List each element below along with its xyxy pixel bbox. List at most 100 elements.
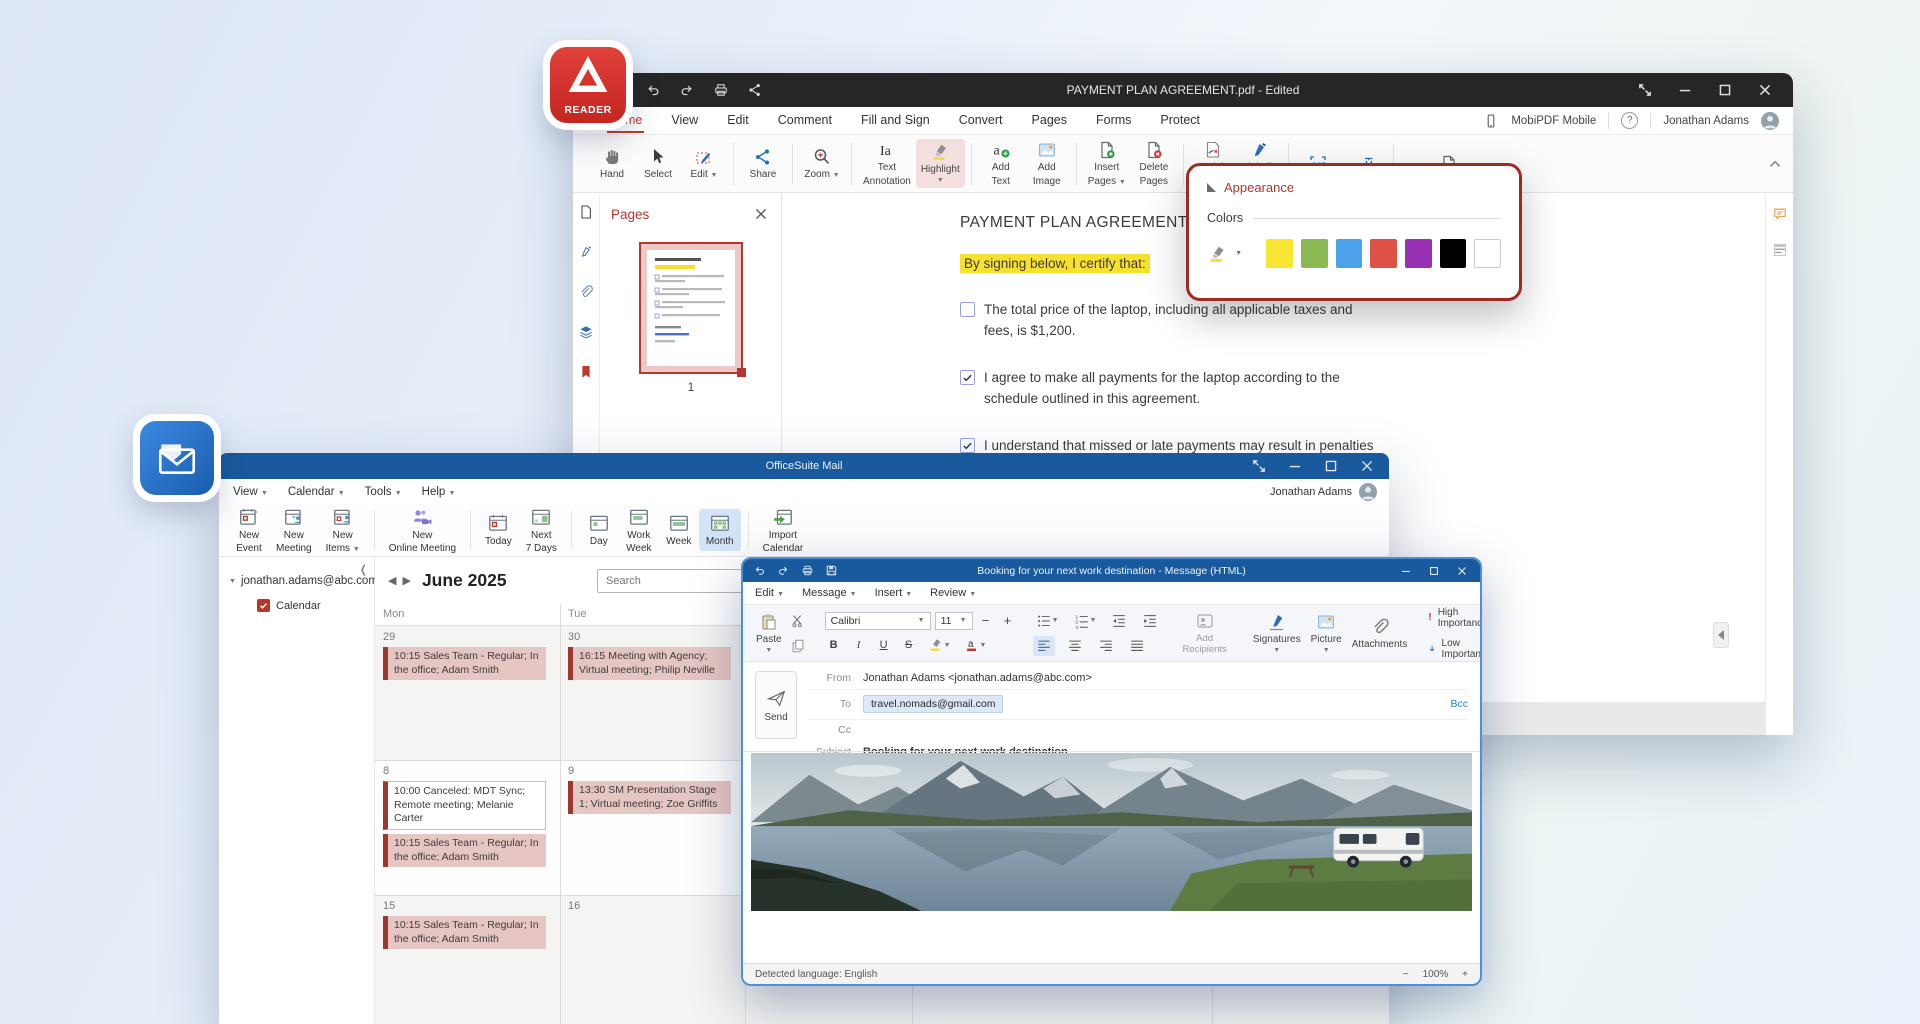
redo-icon[interactable] bbox=[679, 82, 695, 98]
calendar-event[interactable]: 10:15 Sales Team - Regular; In the offic… bbox=[383, 916, 546, 949]
color-swatch-purple[interactable] bbox=[1405, 239, 1432, 268]
day-view-button[interactable]: Day bbox=[579, 509, 619, 551]
search-input[interactable] bbox=[597, 569, 749, 593]
highlighter-tool-icon[interactable] bbox=[1207, 243, 1227, 265]
color-swatch-yellow[interactable] bbox=[1266, 239, 1293, 268]
zoom-in-button[interactable]: + bbox=[1462, 969, 1468, 980]
calendar-cell[interactable]: 29 10:15 Sales Team - Regular; In the of… bbox=[375, 626, 560, 685]
to-recipient-chip[interactable]: travel.nomads@gmail.com bbox=[863, 695, 1003, 713]
insert-pages-button[interactable]: InsertPages ▼ bbox=[1083, 137, 1131, 190]
import-calendar-button[interactable]: ImportCalendar bbox=[756, 503, 811, 558]
calendar-tree-item[interactable]: Calendar bbox=[257, 599, 374, 612]
minimize-icon[interactable] bbox=[1677, 82, 1693, 98]
calendar-event[interactable]: 10:15 Sales Team - Regular; In the offic… bbox=[383, 834, 546, 867]
layers-panel-icon[interactable] bbox=[578, 324, 594, 340]
strikethrough-button[interactable]: S bbox=[900, 637, 918, 653]
picture-button[interactable]: Picture▼ bbox=[1306, 612, 1347, 654]
zoom-out-button[interactable]: − bbox=[1403, 969, 1409, 980]
compose-menu-edit[interactable]: Edit ▼ bbox=[755, 587, 784, 599]
calendar-cell[interactable]: 16 bbox=[560, 895, 745, 917]
edit-tool-button[interactable]: Edit ▼ bbox=[681, 144, 727, 184]
prev-month-button[interactable]: ◀ bbox=[385, 571, 399, 590]
next-month-button[interactable]: ▶ bbox=[399, 571, 413, 590]
expand-icon[interactable] bbox=[1637, 82, 1653, 98]
decrease-indent-button[interactable] bbox=[1108, 611, 1130, 631]
month-view-button[interactable]: Month bbox=[699, 509, 741, 551]
expand-icon[interactable] bbox=[1251, 458, 1267, 474]
page-thumbnails-icon[interactable] bbox=[578, 204, 594, 220]
page-thumbnail[interactable] bbox=[639, 242, 743, 374]
signatures-button[interactable]: Signatures▼ bbox=[1248, 612, 1306, 654]
calendar-event[interactable]: 16:15 Meeting with Agency; Virtual meeti… bbox=[568, 647, 731, 680]
italic-button[interactable]: I bbox=[850, 637, 868, 653]
checkbox-unchecked[interactable] bbox=[960, 302, 975, 317]
pdf-tab-pages[interactable]: Pages bbox=[1030, 109, 1069, 133]
hand-tool-button[interactable]: Hand bbox=[589, 144, 635, 184]
copy-button[interactable] bbox=[787, 636, 809, 656]
week-view-button[interactable]: Week bbox=[659, 509, 699, 551]
account-tree-item[interactable]: ▼ jonathan.adams@abc.com bbox=[229, 575, 374, 587]
mail-menu-tools[interactable]: Tools ▼ bbox=[365, 486, 402, 498]
comments-panel-icon[interactable] bbox=[1772, 206, 1788, 222]
close-icon[interactable] bbox=[1359, 458, 1375, 474]
collapse-triangle-icon[interactable] bbox=[1207, 183, 1216, 192]
color-swatch-white[interactable] bbox=[1474, 239, 1501, 268]
sidebar-collapse-chevron[interactable]: ❬ bbox=[359, 563, 368, 576]
delete-pages-button[interactable]: DeletePages bbox=[1131, 137, 1177, 190]
color-swatch-red[interactable] bbox=[1370, 239, 1397, 268]
send-button[interactable]: Send bbox=[755, 671, 797, 739]
avatar[interactable] bbox=[1359, 483, 1377, 501]
checkbox-checked[interactable] bbox=[960, 438, 975, 453]
attachments-panel-icon[interactable] bbox=[578, 284, 594, 300]
mobipdf-mobile-link[interactable]: MobiPDF Mobile bbox=[1511, 115, 1596, 127]
tree-expand-caret[interactable]: ▼ bbox=[229, 578, 236, 585]
mail-menu-calendar[interactable]: Calendar ▼ bbox=[288, 486, 345, 498]
new-items-button[interactable]: NewItems ▼ bbox=[319, 503, 367, 558]
new-meeting-button[interactable]: NewMeeting bbox=[269, 503, 319, 558]
share-tool-button[interactable]: Share bbox=[740, 144, 786, 184]
mail-menu-view[interactable]: View ▼ bbox=[233, 486, 268, 498]
add-text-button[interactable]: a AddText bbox=[978, 137, 1024, 190]
align-center-button[interactable] bbox=[1064, 636, 1086, 656]
calendar-cell[interactable]: 15 10:15 Sales Team - Regular; In the of… bbox=[375, 895, 560, 954]
color-swatch-black[interactable] bbox=[1440, 239, 1467, 268]
avatar[interactable] bbox=[1761, 112, 1779, 130]
print-icon[interactable] bbox=[713, 82, 729, 98]
increase-indent-button[interactable] bbox=[1139, 611, 1161, 631]
signatures-panel-icon[interactable] bbox=[578, 244, 594, 260]
maximize-icon[interactable] bbox=[1717, 82, 1733, 98]
grow-font-button[interactable]: + bbox=[999, 611, 1017, 630]
pdf-tab-fill-and-sign[interactable]: Fill and Sign bbox=[859, 109, 932, 133]
mail-app-icon[interactable] bbox=[133, 414, 221, 502]
new-online-meeting-button[interactable]: NewOnline Meeting bbox=[382, 503, 463, 558]
calendar-cell[interactable]: 9 13:30 SM Presentation Stage 1; Virtual… bbox=[560, 760, 745, 819]
from-value[interactable]: Jonathan Adams <jonathan.adams@abc.com> bbox=[863, 672, 1092, 684]
close-pages-panel-icon[interactable] bbox=[753, 206, 769, 222]
calendar-event[interactable]: 13:30 SM Presentation Stage 1; Virtual m… bbox=[568, 781, 731, 814]
collapse-ribbon-button[interactable] bbox=[1767, 156, 1783, 172]
next-7-days-button[interactable]: Next7 Days bbox=[519, 503, 564, 558]
minimize-icon[interactable] bbox=[1400, 565, 1412, 577]
low-importance-button[interactable]: Low Importance bbox=[1428, 638, 1482, 660]
color-swatch-green[interactable] bbox=[1301, 239, 1328, 268]
align-right-button[interactable] bbox=[1095, 636, 1117, 656]
properties-panel-icon[interactable] bbox=[1772, 242, 1788, 258]
attachments-button[interactable]: Attachments bbox=[1347, 617, 1413, 650]
minimize-icon[interactable] bbox=[1287, 458, 1303, 474]
calendar-cell[interactable]: 30 16:15 Meeting with Agency; Virtual me… bbox=[560, 626, 745, 685]
right-panel-expander[interactable] bbox=[1713, 622, 1729, 648]
mail-menu-help[interactable]: Help ▼ bbox=[422, 486, 456, 498]
pdf-tab-protect[interactable]: Protect bbox=[1158, 109, 1202, 133]
shrink-font-button[interactable]: − bbox=[977, 611, 995, 630]
align-left-button[interactable] bbox=[1033, 636, 1055, 656]
select-tool-button[interactable]: Select bbox=[635, 144, 681, 184]
maximize-icon[interactable] bbox=[1428, 565, 1440, 577]
close-icon[interactable] bbox=[1456, 565, 1468, 577]
checkbox-checked[interactable] bbox=[960, 370, 975, 385]
work-week-view-button[interactable]: WorkWeek bbox=[619, 503, 659, 558]
mail-account-name[interactable]: Jonathan Adams bbox=[1270, 486, 1352, 498]
pdf-tab-forms[interactable]: Forms bbox=[1094, 109, 1133, 133]
add-image-button[interactable]: AddImage bbox=[1024, 137, 1070, 190]
pdf-tab-view[interactable]: View bbox=[669, 109, 700, 133]
compose-menu-insert[interactable]: Insert ▼ bbox=[875, 587, 913, 599]
